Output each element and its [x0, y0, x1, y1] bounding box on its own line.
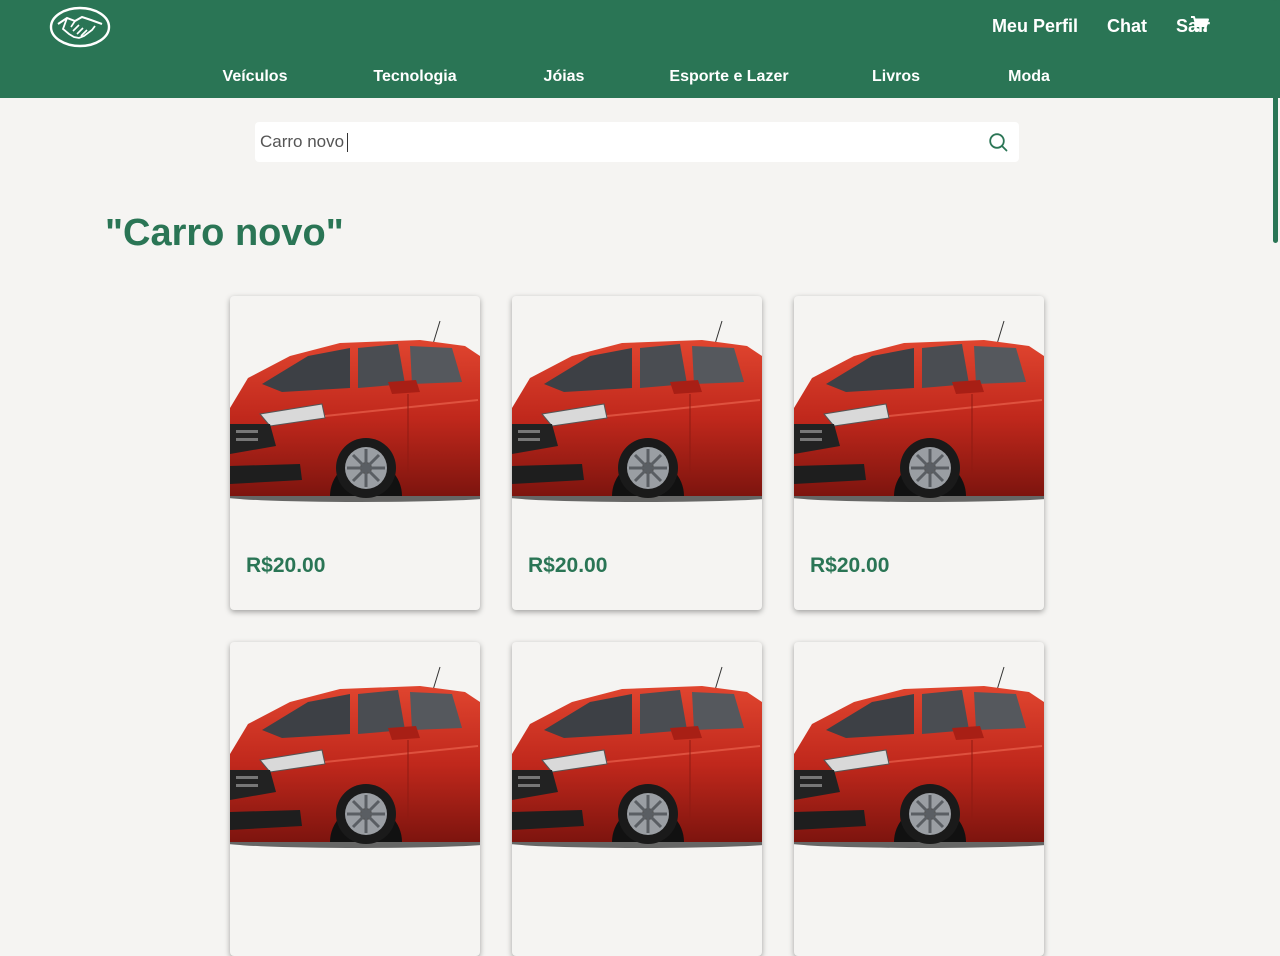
category-bar: Veículos Tecnologia Jóias Esporte e Laze…	[0, 55, 1280, 98]
car-image	[230, 665, 480, 850]
car-image	[512, 665, 762, 850]
scrollbar-thumb[interactable]	[1273, 0, 1278, 243]
results-title: "Carro novo"	[105, 212, 344, 254]
category-moda[interactable]: Moda	[1008, 55, 1050, 98]
category-tecnologia[interactable]: Tecnologia	[373, 55, 456, 98]
product-card[interactable]	[794, 642, 1044, 956]
car-image	[794, 319, 1044, 504]
top-bar: Meu Perfil Chat Sair	[0, 0, 1280, 55]
text-caret	[347, 133, 348, 152]
product-card[interactable]: R$20.00	[512, 296, 762, 610]
category-esporte-e-lazer[interactable]: Esporte e Lazer	[669, 55, 788, 98]
top-nav: Meu Perfil Chat Sair	[963, 0, 1210, 52]
car-image	[794, 665, 1044, 850]
cart-icon[interactable]	[1190, 15, 1210, 33]
product-price: R$20.00	[528, 554, 608, 577]
search-box	[255, 122, 1019, 162]
search-icon[interactable]	[988, 132, 1008, 152]
nav-link-meu-perfil[interactable]: Meu Perfil	[992, 16, 1078, 37]
category-livros[interactable]: Livros	[872, 55, 920, 98]
product-price: R$20.00	[810, 554, 890, 577]
handshake-logo-icon[interactable]	[48, 4, 112, 50]
car-image	[230, 319, 480, 504]
product-card[interactable]	[512, 642, 762, 956]
product-price: R$20.00	[246, 554, 326, 577]
product-card[interactable]: R$20.00	[794, 296, 1044, 610]
search-input[interactable]	[255, 122, 980, 162]
category-veiculos[interactable]: Veículos	[223, 55, 288, 98]
category-joias[interactable]: Jóias	[544, 55, 585, 98]
car-image	[512, 319, 762, 504]
product-card[interactable]	[230, 642, 480, 956]
nav-link-chat[interactable]: Chat	[1107, 16, 1147, 37]
product-card[interactable]: R$20.00	[230, 296, 480, 610]
